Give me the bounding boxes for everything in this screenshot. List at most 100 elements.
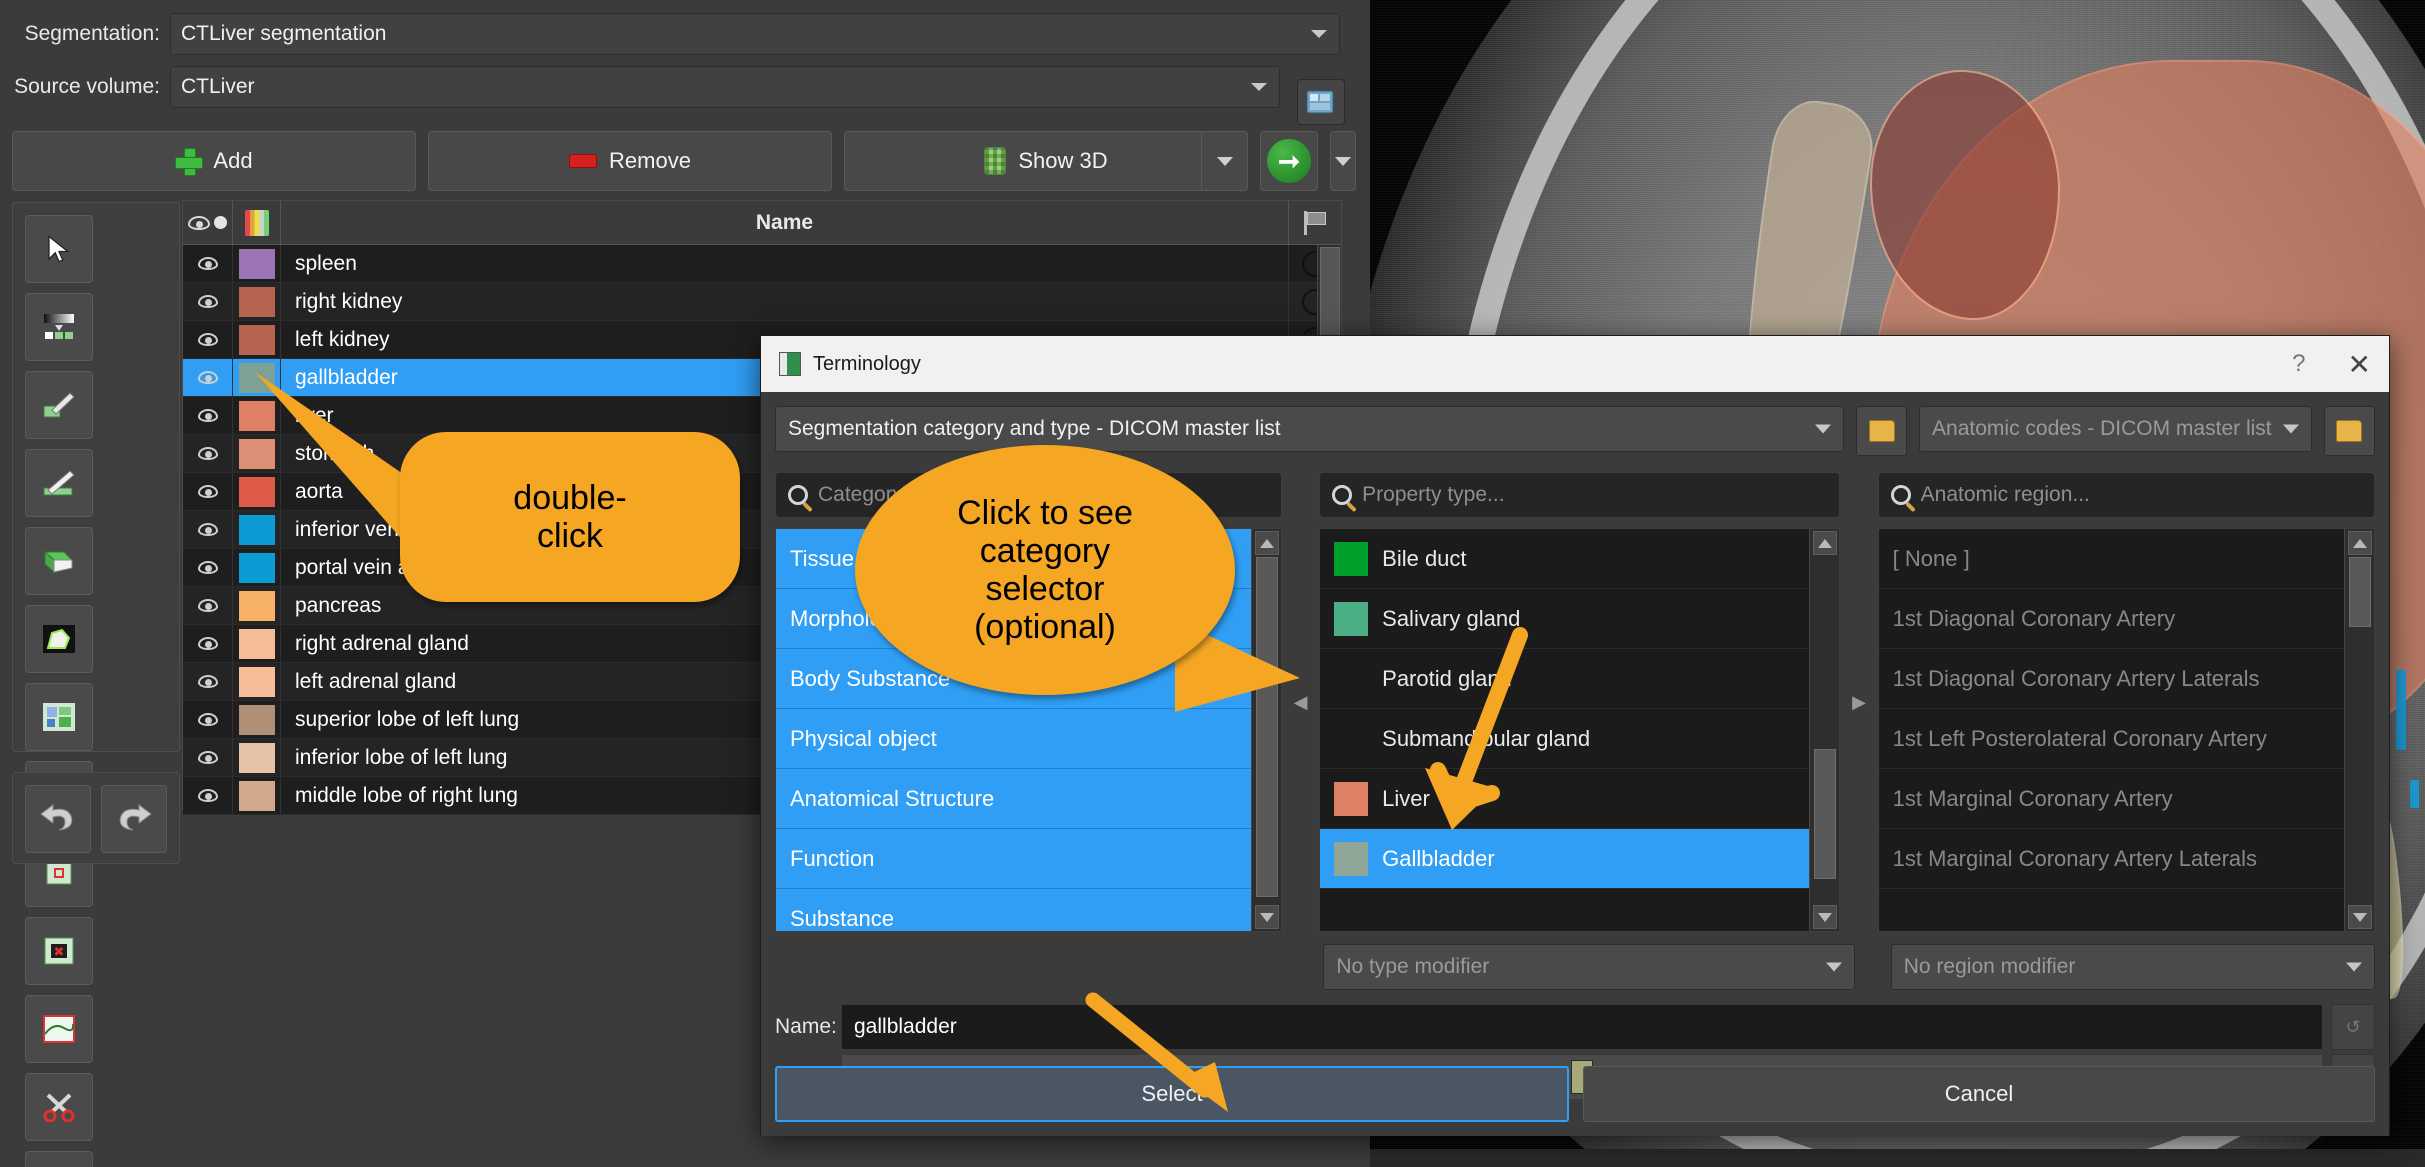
scroll-down-button[interactable] — [1813, 905, 1838, 929]
segment-color-cell[interactable] — [233, 625, 281, 662]
segment-color-cell[interactable] — [233, 587, 281, 624]
list-item[interactable]: Liver — [1320, 769, 1840, 829]
tool-paint[interactable] — [25, 371, 93, 439]
list-item[interactable]: 1st Left Posterolateral Coronary Artery — [1878, 709, 2374, 769]
segment-color-cell[interactable] — [233, 511, 281, 548]
header-flag-column[interactable] — [1289, 201, 1341, 244]
segment-color-cell[interactable] — [233, 663, 281, 700]
list-item[interactable]: Function — [776, 829, 1281, 889]
list-item[interactable]: Salivary gland — [1320, 589, 1840, 649]
segment-visibility-toggle[interactable] — [183, 473, 233, 510]
column-collapse-right[interactable]: ▶ — [1850, 472, 1867, 932]
go-dropdown-button[interactable] — [1330, 131, 1356, 191]
undo-button[interactable] — [25, 785, 91, 853]
list-item[interactable]: 1st Marginal Coronary Artery Laterals — [1878, 829, 2374, 889]
region-scrollbar[interactable] — [2344, 529, 2374, 931]
segment-name-cell[interactable]: right kidney — [281, 283, 1289, 320]
redo-button[interactable] — [101, 785, 167, 853]
segment-visibility-toggle[interactable] — [183, 625, 233, 662]
list-item[interactable]: Physical object — [776, 709, 1281, 769]
segment-color-cell[interactable] — [233, 283, 281, 320]
tool-draw[interactable] — [25, 449, 93, 517]
segment-color-cell[interactable] — [233, 739, 281, 776]
segment-visibility-toggle[interactable] — [183, 701, 233, 738]
table-row[interactable]: right kidney — [183, 283, 1341, 321]
segment-visibility-toggle[interactable] — [183, 283, 233, 320]
property-type-list[interactable]: Bile duct Salivary gland Parotid gland Subm… — [1319, 528, 1841, 932]
list-item[interactable]: 1st Diagonal Coronary Artery Laterals — [1878, 649, 2374, 709]
tool-erase[interactable] — [25, 527, 93, 595]
go-button[interactable]: ➞ — [1260, 131, 1318, 191]
segment-visibility-toggle[interactable] — [183, 663, 233, 700]
load-terminology-button[interactable] — [1856, 406, 1908, 456]
segment-visibility-toggle[interactable] — [183, 511, 233, 548]
table-row[interactable]: spleen — [183, 245, 1341, 283]
terminology-context-selector[interactable]: Segmentation category and type - DICOM m… — [775, 406, 1845, 452]
segment-visibility-toggle[interactable] — [183, 587, 233, 624]
segment-color-cell[interactable] — [233, 397, 281, 434]
segment-name-cell[interactable]: spleen — [281, 245, 1289, 282]
segment-visibility-toggle[interactable] — [183, 397, 233, 434]
close-icon[interactable]: ✕ — [2348, 348, 2371, 381]
scroll-down-button[interactable] — [2348, 905, 2372, 929]
scrollbar-thumb[interactable] — [1255, 557, 1278, 897]
segment-visibility-toggle[interactable] — [183, 739, 233, 776]
load-anatomic-context-button[interactable] — [2324, 406, 2375, 456]
help-icon[interactable]: ? — [2292, 350, 2305, 378]
type-modifier-selector[interactable]: No type modifier — [1323, 944, 1855, 990]
segment-color-cell[interactable] — [233, 321, 281, 358]
list-item[interactable]: Bile duct — [1320, 529, 1840, 589]
list-item[interactable]: 1st Marginal Coronary Artery — [1878, 769, 2374, 829]
list-item[interactable]: Parotid gland — [1320, 649, 1840, 709]
segment-visibility-toggle[interactable] — [183, 245, 233, 282]
name-reset-button[interactable]: ↺ — [2331, 1004, 2375, 1050]
tool-smoothing[interactable] — [25, 995, 93, 1063]
region-modifier-selector[interactable]: No region modifier — [1890, 944, 2375, 990]
name-input[interactable]: gallbladder — [841, 1004, 2323, 1050]
segment-color-cell[interactable] — [233, 701, 281, 738]
segment-visibility-toggle[interactable] — [183, 321, 233, 358]
segment-color-cell[interactable] — [233, 359, 281, 396]
scroll-up-button[interactable] — [1813, 531, 1838, 555]
segment-color-cell[interactable] — [233, 245, 281, 282]
tool-islands[interactable] — [25, 1151, 93, 1167]
add-segment-button[interactable]: Add — [12, 131, 416, 191]
segment-color-cell[interactable] — [233, 435, 281, 472]
scrollbar-thumb[interactable] — [1814, 749, 1837, 879]
header-color-column[interactable] — [233, 201, 281, 244]
remove-segment-button[interactable]: Remove — [428, 131, 832, 191]
segment-visibility-toggle[interactable] — [183, 777, 233, 814]
scroll-up-button[interactable] — [2348, 531, 2372, 555]
header-name-column[interactable]: Name — [281, 201, 1289, 244]
tool-level-tracing[interactable] — [25, 605, 93, 673]
tool-none-cursor[interactable] — [25, 215, 93, 283]
list-item[interactable]: Anatomical Structure — [776, 769, 1281, 829]
region-search-input[interactable]: Anatomic region... — [1877, 472, 2375, 518]
type-scrollbar[interactable] — [1809, 529, 1840, 931]
list-item[interactable]: Substance — [776, 889, 1281, 931]
tool-threshold[interactable] — [25, 293, 93, 361]
list-item[interactable]: Submandibular gland — [1320, 709, 1840, 769]
anatomic-region-list[interactable]: [ None ] 1st Diagonal Coronary Artery 1st … — [1877, 528, 2375, 932]
show-3d-dropdown[interactable] — [1201, 132, 1247, 190]
segment-visibility-toggle[interactable] — [183, 549, 233, 586]
tool-grow-from-seeds[interactable] — [25, 683, 93, 751]
segment-visibility-toggle[interactable] — [183, 359, 233, 396]
scroll-up-button[interactable] — [1254, 531, 1279, 555]
scrollbar-thumb[interactable] — [2349, 557, 2371, 627]
segment-visibility-toggle[interactable] — [183, 435, 233, 472]
type-search-input[interactable]: Property type... — [1319, 472, 1841, 518]
anatomic-context-selector[interactable]: Anatomic codes - DICOM master list — [1919, 406, 2312, 452]
scroll-down-button[interactable] — [1254, 905, 1279, 929]
source-volume-selector[interactable]: CTLiver — [170, 66, 1280, 108]
category-scrollbar[interactable] — [1250, 529, 1281, 931]
cancel-button[interactable]: Cancel — [1583, 1066, 2375, 1122]
segment-color-cell[interactable] — [233, 777, 281, 814]
list-item[interactable]: [ None ] — [1878, 529, 2374, 589]
header-visibility-column[interactable] — [183, 201, 233, 244]
volume-properties-button[interactable] — [1297, 79, 1345, 125]
list-item[interactable]: 1st Diagonal Coronary Artery — [1878, 589, 2374, 649]
segment-color-cell[interactable] — [233, 473, 281, 510]
show-3d-button[interactable]: Show 3D — [844, 131, 1248, 191]
select-button[interactable]: Select — [775, 1066, 1569, 1122]
